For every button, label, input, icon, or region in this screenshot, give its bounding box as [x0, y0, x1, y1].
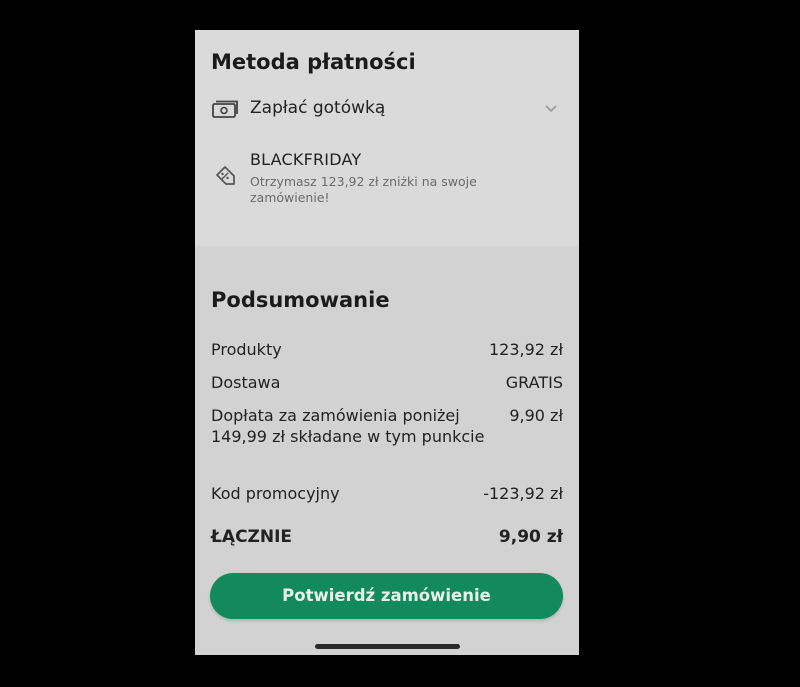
discount-tag-icon: [213, 164, 237, 188]
summary-row-value: GRATIS: [505, 373, 563, 392]
payment-method-label: Zapłać gotówką: [250, 98, 386, 118]
summary-row-label: Dopłata za zamówienia poniżej 149,99 zł …: [211, 406, 485, 446]
total-value: 9,90 zł: [498, 527, 563, 547]
cash-icon: [211, 98, 239, 120]
summary-row-label: Dostawa: [211, 373, 281, 392]
summary-row-value: 123,92 zł: [488, 340, 563, 359]
confirm-order-button[interactable]: Potwierdź zamówienie: [210, 573, 563, 619]
torn-edge-divider: [195, 236, 579, 246]
promo-code-description: Otrzymasz 123,92 zł zniżki na swoje zamó…: [250, 174, 477, 205]
summary-row-value: 9,90 zł: [509, 406, 563, 425]
home-indicator: [315, 644, 460, 649]
checkout-screen: Metoda płatności Zapłać gotówką BLACKFRI…: [195, 30, 579, 655]
payment-method-selector[interactable]: Zapłać gotówką: [211, 94, 563, 124]
summary-row-value: -123,92 zł: [483, 484, 563, 503]
summary-title: Podsumowanie: [211, 288, 390, 312]
applied-promo-code: BLACKFRIDAY Otrzymasz 123,92 zł zniżki n…: [211, 150, 563, 210]
payment-method-title: Metoda płatności: [211, 50, 416, 74]
summary-row-label: Kod promocyjny: [211, 484, 340, 503]
promo-code-name: BLACKFRIDAY: [250, 150, 362, 169]
summary-row-label: Produkty: [211, 340, 282, 359]
total-label: ŁĄCZNIE: [211, 527, 293, 547]
chevron-down-icon[interactable]: [543, 100, 559, 116]
